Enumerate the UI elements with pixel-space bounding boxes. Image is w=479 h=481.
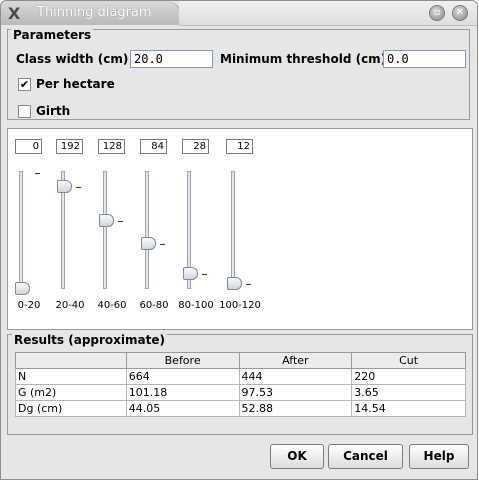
slider-track-0-20[interactable] xyxy=(19,171,23,289)
results-table: Before After Cut N 664 444 220 G (m2) 10… xyxy=(15,352,466,417)
thinning-diagram-window: X Thinning diagram ▫ ✕ Parameters Class … xyxy=(0,0,478,480)
table-cell: 664 xyxy=(125,368,240,385)
parameters-panel xyxy=(7,29,470,120)
per-hectare-checkbox[interactable]: ✔ xyxy=(18,78,31,91)
help-button[interactable]: Help xyxy=(409,444,469,469)
table-cell: G (m2) xyxy=(15,384,127,401)
close-icon: ✕ xyxy=(455,7,465,18)
slider-label-100-120: 100-120 xyxy=(219,300,261,311)
slider-knob-0-20[interactable] xyxy=(15,282,30,295)
results-legend: Results (approximate) xyxy=(12,333,167,347)
slider-knob-80-100[interactable] xyxy=(183,267,198,280)
table-cell: 101.18 xyxy=(125,384,240,401)
slider-value-80-100: 28 xyxy=(182,139,209,154)
cancel-button[interactable]: Cancel xyxy=(328,444,403,469)
slider-value-100-120: 12 xyxy=(226,139,253,154)
slider-track-40-60[interactable] xyxy=(103,171,107,289)
slider-knob-20-40[interactable] xyxy=(57,180,72,193)
table-cell: 97.53 xyxy=(238,384,353,401)
table-cell: Dg (cm) xyxy=(15,400,127,417)
class-width-label: Class width (cm) : xyxy=(16,52,138,66)
slider-tick xyxy=(202,274,207,275)
slider-track-60-80[interactable] xyxy=(145,171,149,289)
slider-value-0-20: 0 xyxy=(15,139,42,154)
min-threshold-label: Minimum threshold (cm) : xyxy=(220,52,396,66)
table-cell: 14.54 xyxy=(351,400,466,417)
slider-knob-100-120[interactable] xyxy=(227,277,242,290)
table-row[interactable]: Dg (cm) 44.05 52.88 14.54 xyxy=(15,400,466,417)
class-width-input[interactable]: 20.0 xyxy=(130,50,213,68)
table-row[interactable]: N 664 444 220 xyxy=(15,368,466,385)
x-logo-icon: X xyxy=(8,4,21,23)
girth-label: Girth xyxy=(36,104,71,118)
table-cell: 220 xyxy=(351,368,466,385)
ok-button[interactable]: OK xyxy=(270,444,324,469)
table-cell: N xyxy=(15,368,127,385)
girth-checkbox[interactable] xyxy=(18,105,31,118)
slider-label-80-100: 80-100 xyxy=(178,300,214,311)
slider-value-60-80: 84 xyxy=(140,139,167,154)
slider-value-20-40: 192 xyxy=(56,139,83,154)
slider-knob-60-80[interactable] xyxy=(141,237,156,250)
parameters-legend: Parameters xyxy=(11,28,94,42)
slider-tick xyxy=(118,221,123,222)
slider-tick xyxy=(76,187,81,188)
table-cell: 3.65 xyxy=(351,384,466,401)
slider-track-100-120[interactable] xyxy=(231,171,235,289)
table-cell: 52.88 xyxy=(238,400,353,417)
slider-tick xyxy=(35,173,40,174)
column-header[interactable]: After xyxy=(238,352,353,369)
table-cell: 44.05 xyxy=(125,400,240,417)
min-threshold-input[interactable]: 0.0 xyxy=(383,50,466,68)
checkmark-icon: ✔ xyxy=(19,78,30,91)
column-header[interactable]: Cut xyxy=(351,352,466,369)
table-cell: 444 xyxy=(238,368,353,385)
table-row[interactable]: G (m2) 101.18 97.53 3.65 xyxy=(15,384,466,401)
window-title: Thinning diagram xyxy=(37,5,152,20)
column-header[interactable] xyxy=(15,352,127,369)
slider-knob-40-60[interactable] xyxy=(99,214,114,227)
column-header[interactable]: Before xyxy=(125,352,240,369)
close-button[interactable]: ✕ xyxy=(452,5,468,21)
maximize-button[interactable]: ▫ xyxy=(429,5,445,21)
per-hectare-label: Per hectare xyxy=(36,77,115,91)
title-bar[interactable]: X Thinning diagram ▫ ✕ xyxy=(1,1,477,26)
slider-value-40-60: 128 xyxy=(98,139,125,154)
table-header-row: Before After Cut xyxy=(15,352,466,369)
slider-tick xyxy=(160,244,165,245)
slider-tick xyxy=(246,284,251,285)
maximize-icon: ▫ xyxy=(433,7,441,18)
